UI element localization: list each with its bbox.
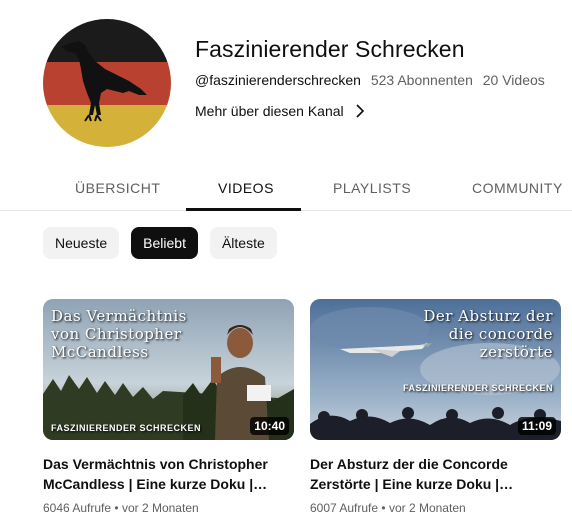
- video-thumbnail[interactable]: Der Absturz der die concorde zerstörte f…: [310, 299, 561, 440]
- tab-community[interactable]: COMMUNITY: [472, 180, 563, 196]
- video-thumbnail[interactable]: Das Vermächtnis von Christopher McCandle…: [43, 299, 294, 440]
- channel-handle: @faszinierenderschrecken: [195, 72, 361, 88]
- channel-header: Faszinierender Schrecken @faszinierender…: [0, 0, 572, 165]
- thumbnail-title-line: McCandless: [51, 343, 149, 361]
- meta-separator: •: [381, 501, 386, 515]
- thumbnail-title-line: die concorde: [448, 325, 553, 343]
- tab-videos[interactable]: VIDEOS: [218, 180, 274, 196]
- thumbnail-title-line: Der Absturz der: [423, 307, 553, 325]
- chip-popular[interactable]: Beliebt: [131, 227, 198, 259]
- raven-flag-avatar-image: [43, 19, 171, 147]
- channel-tabs: ÜBERSICHT VIDEOS PLAYLISTS COMMUNITY: [0, 168, 572, 211]
- video-meta: 6046 Aufrufe • vor 2 Monaten: [43, 501, 294, 515]
- active-tab-indicator: [186, 208, 301, 211]
- view-count: 6046 Aufrufe: [43, 501, 112, 515]
- channel-meta: @faszinierenderschrecken 523 Abonnenten …: [195, 72, 551, 88]
- video-count: 20 Videos: [482, 72, 545, 88]
- video-card: Der Absturz der die concorde zerstörte f…: [310, 299, 561, 515]
- upload-age: vor 2 Monaten: [121, 501, 199, 515]
- channel-name: Faszinierender Schrecken: [195, 36, 465, 62]
- channel-avatar[interactable]: [43, 19, 171, 147]
- view-count: 6007 Aufrufe: [310, 501, 379, 515]
- tab-playlists[interactable]: PLAYLISTS: [333, 180, 411, 196]
- meta-separator: •: [114, 501, 119, 515]
- video-title[interactable]: Das Vermächtnis von Christopher McCandle…: [43, 454, 294, 494]
- video-card: Das Vermächtnis von Christopher McCandle…: [43, 299, 294, 515]
- video-duration: 11:09: [517, 417, 556, 435]
- thumbnail-title-line: zerstörte: [479, 343, 553, 361]
- upload-age: vor 2 Monaten: [388, 501, 466, 515]
- about-channel-link[interactable]: Mehr über diesen Kanal: [195, 103, 366, 119]
- video-duration: 10:40: [250, 417, 289, 435]
- thumbnail-brand: faszinierender schrecken: [402, 383, 553, 393]
- chip-oldest[interactable]: Älteste: [209, 227, 277, 259]
- chevron-right-icon: [356, 104, 364, 118]
- chip-newest[interactable]: Neueste: [43, 227, 120, 259]
- thumbnail-title-line: von Christopher: [51, 325, 182, 343]
- tab-overview[interactable]: ÜBERSICHT: [75, 180, 160, 196]
- video-meta: 6007 Aufrufe • vor 2 Monaten: [310, 501, 561, 515]
- sort-chips: Neueste Beliebt Älteste: [43, 227, 277, 259]
- about-channel-label: Mehr über diesen Kanal: [195, 103, 344, 119]
- subscriber-count: 523 Abonnenten: [370, 72, 473, 88]
- video-title[interactable]: Der Absturz der die Concorde Zerstörte |…: [310, 454, 561, 494]
- thumbnail-title-line: Das Vermächtnis: [51, 307, 187, 325]
- thumbnail-brand: faszinierender schrecken: [51, 423, 202, 433]
